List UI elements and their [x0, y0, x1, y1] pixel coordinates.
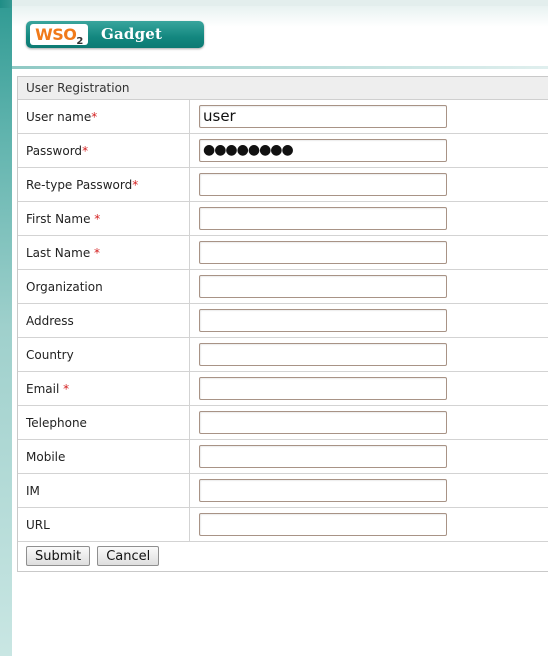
required-marker: *: [63, 381, 70, 396]
organization-label: Organization: [26, 279, 103, 294]
address-input[interactable]: [199, 309, 447, 332]
password-input[interactable]: ●●●●●●●●: [199, 139, 447, 162]
left-decorative-strip: [0, 0, 12, 656]
retype-password-label: Re-type Password: [26, 177, 133, 192]
password-label: Password: [26, 143, 83, 158]
username-label: User name: [26, 109, 92, 124]
country-label: Country: [26, 347, 74, 362]
field-row-im: IM: [18, 473, 548, 508]
app-name: Gadget Server: [101, 25, 163, 70]
header-separator: [12, 66, 548, 69]
required-marker: *: [91, 109, 98, 124]
first-name-label: First Name: [26, 211, 95, 226]
url-input[interactable]: [199, 513, 447, 536]
cancel-button[interactable]: Cancel: [97, 546, 160, 566]
field-row-username: User name* user: [18, 100, 548, 134]
last-name-label: Last Name: [26, 245, 95, 260]
mobile-input[interactable]: [199, 445, 447, 468]
username-input[interactable]: user: [199, 105, 447, 128]
mobile-label: Mobile: [26, 449, 66, 464]
last-name-input[interactable]: [199, 241, 447, 264]
wso2-logo-badge: WSO2: [30, 24, 88, 47]
required-marker: *: [82, 143, 89, 158]
first-name-input[interactable]: [199, 207, 447, 230]
im-label: IM: [26, 483, 40, 498]
field-row-address: Address: [18, 303, 548, 338]
telephone-label: Telephone: [26, 415, 87, 430]
field-row-email: Email *: [18, 371, 548, 406]
required-marker: *: [94, 211, 101, 226]
retype-password-input[interactable]: [199, 173, 447, 196]
field-row-telephone: Telephone: [18, 405, 548, 440]
field-row-mobile: Mobile: [18, 439, 548, 474]
email-label: Email: [26, 381, 64, 396]
form-title: User Registration: [18, 77, 548, 100]
logo-badge-text: WSO: [35, 25, 77, 44]
field-row-password: Password* ●●●●●●●●: [18, 133, 548, 168]
form-buttons: Submit Cancel: [26, 545, 161, 566]
fields-table: User name* user Password* ●●●●●●●● Re-ty…: [18, 100, 548, 542]
organization-input[interactable]: [199, 275, 447, 298]
country-input[interactable]: [199, 343, 447, 366]
address-label: Address: [26, 313, 74, 328]
field-row-country: Country: [18, 337, 548, 372]
telephone-input[interactable]: [199, 411, 447, 434]
im-input[interactable]: [199, 479, 447, 502]
required-marker: *: [94, 245, 101, 260]
url-label: URL: [26, 517, 50, 532]
field-row-url: URL: [18, 507, 548, 542]
app-logo: WSO2 Gadget Server: [26, 21, 204, 70]
submit-button[interactable]: Submit: [26, 546, 91, 566]
field-row-first-name: First Name *: [18, 201, 548, 236]
field-row-last-name: Last Name *: [18, 235, 548, 270]
required-marker: *: [132, 177, 139, 192]
email-input[interactable]: [199, 377, 447, 400]
logo-badge-sub: 2: [76, 36, 83, 47]
registration-form: User Registration User name* user Passwo…: [17, 76, 548, 572]
field-row-organization: Organization: [18, 269, 548, 304]
field-row-retype-password: Re-type Password*: [18, 167, 548, 202]
